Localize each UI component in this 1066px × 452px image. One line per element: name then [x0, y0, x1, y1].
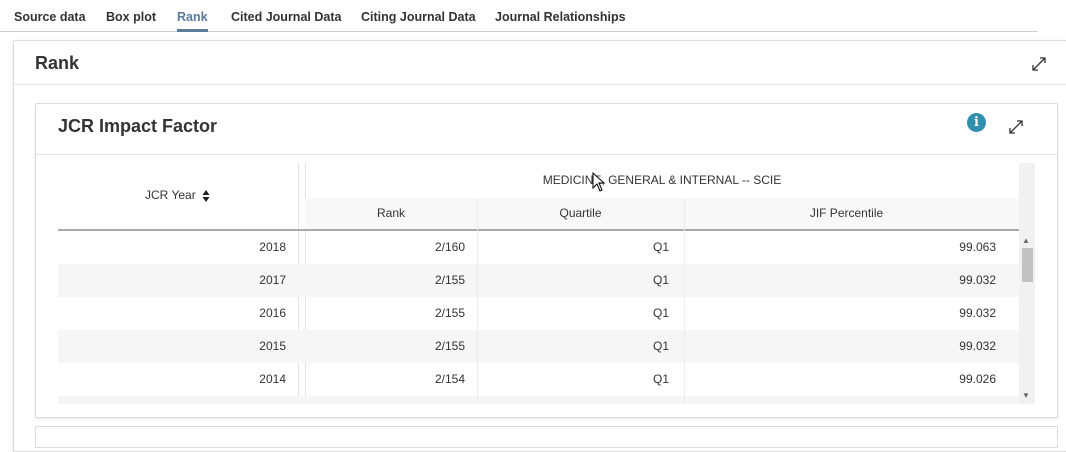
next-card-edge — [35, 426, 1058, 448]
rank-cell: 2/160 — [434, 240, 465, 254]
year-cell: 2018 — [259, 240, 286, 254]
quartile-cell: Q1 — [652, 339, 669, 353]
rank-cell: 2/155 — [434, 273, 465, 287]
info-icon[interactable]: i — [967, 113, 986, 132]
rank-column-header[interactable]: Rank — [305, 198, 477, 229]
quartile-cell: Q1 — [652, 372, 669, 386]
quartile-cell: Q1 — [652, 306, 669, 320]
rank-cell: 2/154 — [434, 372, 465, 386]
percentile-cell: 99.026 — [959, 372, 996, 386]
sort-icon[interactable] — [202, 189, 210, 203]
category-header: MEDICINE, GENERAL & INTERNAL -- SCIE — [542, 173, 782, 187]
expand-icon[interactable] — [1008, 119, 1024, 135]
card-divider — [36, 154, 1057, 155]
percentile-cell: 99.032 — [959, 339, 996, 353]
tab-source-data[interactable]: Source data — [14, 10, 86, 24]
year-cell: 2014 — [259, 372, 286, 386]
scroll-down-arrow-icon[interactable]: ▼ — [1021, 391, 1031, 400]
tab-box-plot[interactable]: Box plot — [106, 10, 156, 24]
mouse-cursor-icon — [592, 172, 606, 192]
expand-icon[interactable] — [1031, 56, 1047, 72]
card-title: JCR Impact Factor — [58, 116, 218, 136]
vertical-scrollbar[interactable] — [1019, 163, 1035, 404]
year-header-label: JCR Year — [145, 188, 196, 202]
rank-cell: 2/155 — [434, 339, 465, 353]
year-column-header[interactable]: JCR Year — [58, 163, 298, 229]
tab-journal-relationships[interactable]: Journal Relationships — [495, 10, 626, 24]
column-divider — [684, 198, 685, 404]
quartile-column-header[interactable]: Quartile — [477, 198, 684, 229]
scroll-up-arrow-icon[interactable]: ▲ — [1021, 236, 1031, 245]
table-row: 2015 2/155 Q1 99.032 — [58, 330, 1019, 363]
percentile-cell: 99.032 — [959, 306, 996, 320]
percentile-cell: 99.063 — [959, 240, 996, 254]
column-divider — [477, 198, 478, 404]
table-row: 2017 2/155 Q1 99.032 — [58, 264, 1019, 297]
year-cell: 2015 — [259, 339, 286, 353]
rank-cell: 2/155 — [434, 306, 465, 320]
quartile-cell: Q1 — [652, 273, 669, 287]
table-row: 2018 2/160 Q1 99.063 — [58, 231, 1019, 264]
table-row-partial — [58, 396, 1019, 404]
scrollbar-thumb[interactable] — [1022, 248, 1033, 282]
year-cell: 2017 — [259, 273, 286, 287]
jif-percentile-column-header[interactable]: JIF Percentile — [684, 198, 1009, 229]
tab-bar: Source data Box plot Rank Cited Journal … — [0, 0, 1038, 32]
jcr-impact-factor-card: JCR Impact Factor i JCR Year MEDICINE, G… — [35, 103, 1058, 418]
quartile-cell: Q1 — [652, 240, 669, 254]
tab-rank[interactable]: Rank — [177, 10, 208, 32]
table-row: 2014 2/154 Q1 99.026 — [58, 363, 1019, 396]
rank-panel: Rank JCR Impact Factor i JCR Year MEDICI… — [13, 40, 1066, 452]
panel-divider — [14, 84, 1066, 85]
year-cell: 2016 — [259, 306, 286, 320]
tab-citing-journal-data[interactable]: Citing Journal Data — [361, 10, 476, 24]
table-row: 2016 2/155 Q1 99.032 — [58, 297, 1019, 330]
panel-title: Rank — [35, 53, 80, 73]
tab-cited-journal-data[interactable]: Cited Journal Data — [231, 10, 341, 24]
percentile-cell: 99.032 — [959, 273, 996, 287]
